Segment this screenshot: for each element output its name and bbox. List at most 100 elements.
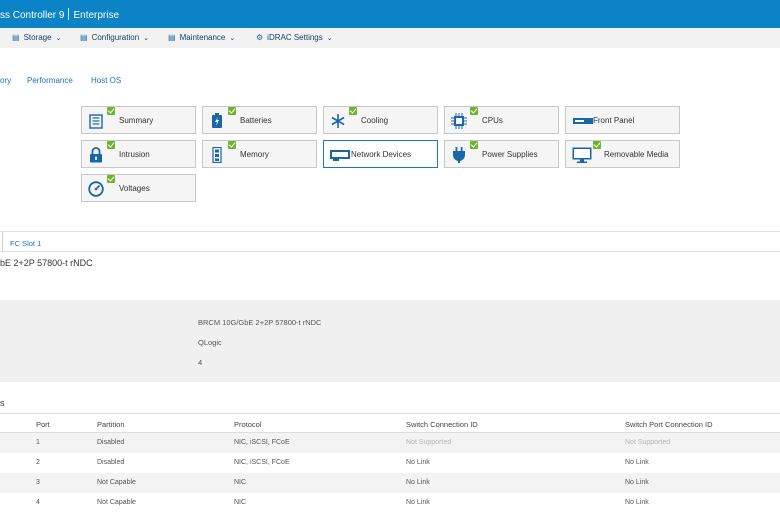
tile-power-supplies-label: Power Supplies xyxy=(482,150,538,159)
menu-idrac-settings[interactable]: ⚙ iDRAC Settings ⌄ xyxy=(256,33,333,42)
power-plug-icon xyxy=(451,147,467,163)
tab-fc-slot-1[interactable]: FC Slot 1 xyxy=(10,239,41,248)
tile-removable-media-label: Removable Media xyxy=(604,150,669,159)
col-switch-port-connection-id[interactable]: Switch Port Connection ID xyxy=(625,420,713,429)
battery-icon xyxy=(209,113,225,129)
cell-partition: Not Capable xyxy=(97,479,136,486)
col-switch-connection-id[interactable]: Switch Connection ID xyxy=(406,420,478,429)
cell-switch-connection-id: Not Supported xyxy=(406,439,452,446)
maintenance-icon: ▤ xyxy=(168,33,176,42)
product-name: ss Controller 9 xyxy=(0,10,65,21)
cell-switch-connection-id: No Link xyxy=(406,479,430,486)
menu-maintenance-label: Maintenance xyxy=(179,33,226,42)
chevron-down-icon: ⌄ xyxy=(143,34,150,42)
cell-switch-port-connection-id: Not Supported xyxy=(625,439,671,446)
product-edition: Enterprise xyxy=(73,10,120,21)
menu-configuration-label: Configuration xyxy=(91,33,140,42)
cell-protocol: NIC xyxy=(234,499,247,506)
tile-summary[interactable]: Summary xyxy=(81,106,196,134)
tile-cooling[interactable]: Cooling xyxy=(323,106,438,134)
tile-removable-media[interactable]: Removable Media xyxy=(565,140,680,168)
title-separator xyxy=(68,8,70,20)
chevron-down-icon: ⌄ xyxy=(229,34,236,42)
col-port[interactable]: Port xyxy=(36,420,50,429)
cell-partition: Disabled xyxy=(97,459,125,466)
tile-cooling-label: Cooling xyxy=(361,116,389,125)
cell-port: 2 xyxy=(36,459,40,466)
tile-batteries-label: Batteries xyxy=(240,116,272,125)
chevron-down-icon: ⌄ xyxy=(326,34,333,42)
table-row: 1 Disabled NIC, iSCSI, FCoE Not Supporte… xyxy=(0,433,780,453)
configuration-icon: ▤ xyxy=(80,33,88,42)
section-title: s xyxy=(0,398,5,408)
tab-host-os[interactable]: Host OS xyxy=(91,76,121,85)
tile-memory-label: Memory xyxy=(240,150,269,159)
tile-network-devices-label: Network Devices xyxy=(351,150,412,159)
cell-switch-connection-id: No Link xyxy=(406,499,430,506)
memory-icon xyxy=(209,147,225,163)
device-port-count: 4 xyxy=(198,358,203,367)
tile-voltages-label: Voltages xyxy=(119,184,150,193)
summary-icon xyxy=(88,113,104,129)
tile-power-supplies[interactable]: Power Supplies xyxy=(444,140,559,168)
menu-bar: ▤ Storage ⌄ ▤ Configuration ⌄ ▤ Maintena… xyxy=(0,28,780,48)
gauge-icon xyxy=(88,181,104,197)
cpu-icon xyxy=(451,113,467,129)
tile-front-panel[interactable]: Front Panel xyxy=(565,106,680,134)
cell-switch-port-connection-id: No Link xyxy=(625,459,649,466)
cell-partition: Not Capable xyxy=(97,499,136,506)
cell-port: 3 xyxy=(36,479,40,486)
table-header: Port Partition Protocol Switch Connectio… xyxy=(0,413,780,433)
tab-inventory[interactable]: ory xyxy=(0,76,11,85)
device-title: bE 2+2P 57800-t rNDC xyxy=(0,258,93,268)
top-bar: ss Controller 9 Enterprise xyxy=(0,0,780,28)
storage-icon: ▤ xyxy=(12,33,20,42)
monitor-icon xyxy=(572,147,592,163)
menu-configuration[interactable]: ▤ Configuration ⌄ xyxy=(80,33,149,42)
tile-memory[interactable]: Memory xyxy=(202,140,317,168)
tile-cpus-label: CPUs xyxy=(482,116,503,125)
tile-cpus[interactable]: CPUs xyxy=(444,106,559,134)
lock-icon xyxy=(88,147,104,163)
chevron-down-icon: ⌄ xyxy=(55,34,62,42)
tab-edge xyxy=(0,231,3,251)
tile-front-panel-label: Front Panel xyxy=(593,116,635,125)
cell-switch-connection-id: No Link xyxy=(406,459,430,466)
table-row: 3 Not Capable NIC No Link No Link xyxy=(0,473,780,493)
col-partition[interactable]: Partition xyxy=(97,420,125,429)
tile-batteries[interactable]: Batteries xyxy=(202,106,317,134)
device-info-panel: BRCM 10G/GbE 2+2P 57800-t rNDC QLogic 4 xyxy=(0,300,780,382)
col-protocol[interactable]: Protocol xyxy=(234,420,262,429)
tile-summary-label: Summary xyxy=(119,116,154,125)
menu-storage[interactable]: ▤ Storage ⌄ xyxy=(12,33,61,42)
status-ok-icon xyxy=(470,141,478,149)
tile-intrusion[interactable]: Intrusion xyxy=(81,140,196,168)
menu-idrac-settings-label: iDRAC Settings xyxy=(267,33,323,42)
divider xyxy=(0,251,780,252)
status-ok-icon xyxy=(228,107,236,115)
tile-network-devices[interactable]: Network Devices xyxy=(323,140,438,168)
product-title: ss Controller 9 Enterprise xyxy=(0,8,119,21)
front-panel-icon xyxy=(572,113,594,129)
tab-performance[interactable]: Performance xyxy=(27,76,73,85)
menu-maintenance[interactable]: ▤ Maintenance ⌄ xyxy=(168,33,235,42)
table-row: 2 Disabled NIC, iSCSI, FCoE No Link No L… xyxy=(0,453,780,473)
menu-storage-label: Storage xyxy=(23,33,52,42)
idrac-settings-icon: ⚙ xyxy=(256,33,264,42)
status-ok-icon xyxy=(593,141,601,149)
cell-switch-port-connection-id: No Link xyxy=(625,499,649,506)
tile-intrusion-label: Intrusion xyxy=(119,150,150,159)
cell-port: 1 xyxy=(36,439,40,446)
cell-protocol: NIC, iSCSI, FCoE xyxy=(234,459,290,466)
cell-partition: Disabled xyxy=(97,439,125,446)
status-ok-icon xyxy=(107,141,115,149)
status-ok-icon xyxy=(107,107,115,115)
divider xyxy=(0,231,780,232)
cell-switch-port-connection-id: No Link xyxy=(625,479,649,486)
cell-protocol: NIC, iSCSI, FCoE xyxy=(234,439,290,446)
device-product-name: BRCM 10G/GbE 2+2P 57800-t rNDC xyxy=(198,318,322,327)
cell-protocol: NIC xyxy=(234,479,247,486)
tile-voltages[interactable]: Voltages xyxy=(81,174,196,202)
status-ok-icon xyxy=(107,175,115,183)
device-vendor: QLogic xyxy=(198,338,222,347)
